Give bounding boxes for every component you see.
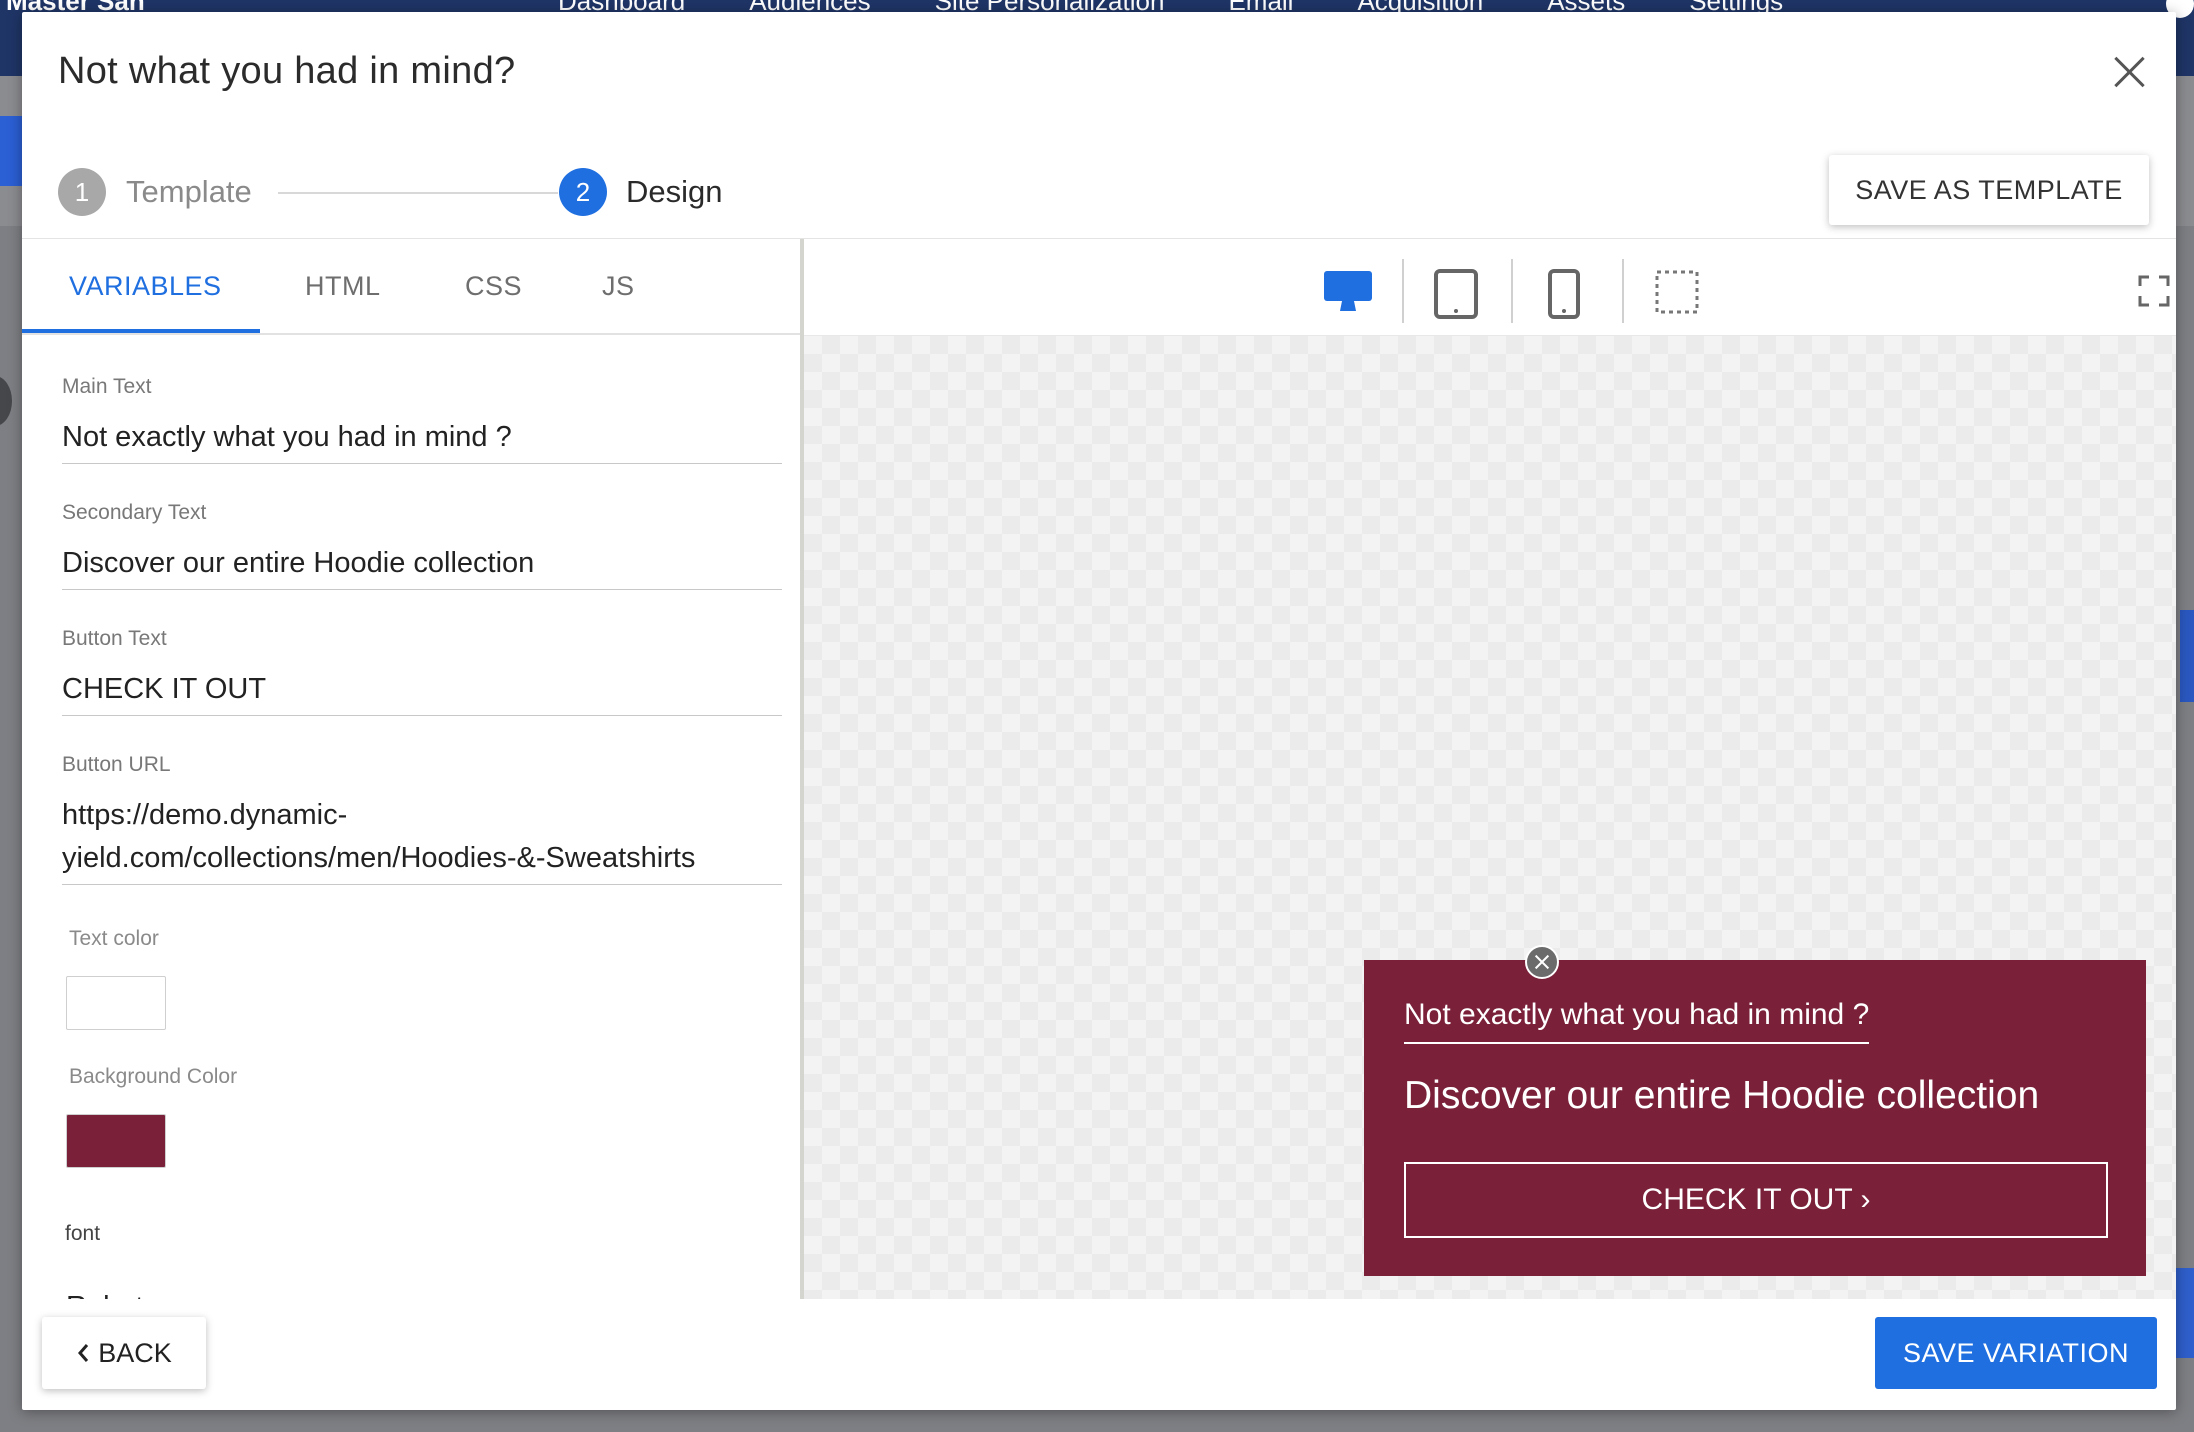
device-toolbar — [804, 239, 2176, 336]
main-text-input[interactable]: Not exactly what you had in mind ? — [62, 416, 782, 464]
design-modal: Not what you had in mind? 1 Template 2 D… — [22, 12, 2176, 1410]
step-1-circle[interactable]: 1 — [58, 168, 106, 216]
save-as-template-button[interactable]: SAVE AS TEMPLATE — [1829, 155, 2149, 225]
background-circle — [0, 376, 12, 426]
button-url-label: Button URL — [62, 753, 171, 776]
button-text-input[interactable]: CHECK IT OUT — [62, 668, 782, 716]
step-connector — [278, 192, 558, 194]
background-button — [0, 116, 22, 186]
background-side-button — [2180, 610, 2194, 702]
preview-popup: Not exactly what you had in mind ? Disco… — [1364, 960, 2146, 1276]
secondary-text-label: Secondary Text — [62, 501, 207, 524]
popup-secondary-text: Discover our entire Hoodie collection — [1404, 1074, 2040, 1117]
custom-size-icon[interactable] — [1654, 269, 1700, 315]
save-variation-button[interactable]: SAVE VARIATION — [1875, 1317, 2157, 1389]
secondary-text-input[interactable]: Discover our entire Hoodie collection — [62, 542, 782, 590]
chevron-left-icon — [78, 1344, 89, 1362]
back-button-label: BACK — [98, 1337, 172, 1368]
desktop-icon[interactable] — [1322, 269, 1374, 315]
button-text-label: Button Text — [62, 627, 167, 650]
popup-cta-button[interactable]: CHECK IT OUT › — [1404, 1162, 2108, 1238]
editor-tabs: VARIABLES HTML CSS JS — [22, 239, 800, 335]
font-input[interactable]: Roboto — [66, 1291, 160, 1299]
toolbar-divider — [1511, 259, 1513, 323]
step-2-label[interactable]: Design — [626, 174, 723, 210]
tab-css[interactable]: CSS — [465, 271, 522, 302]
active-tab-indicator — [22, 329, 260, 333]
background-color-label: Background Color — [69, 1065, 238, 1088]
text-color-swatch[interactable] — [66, 976, 166, 1030]
popup-main-text: Not exactly what you had in mind ? — [1404, 998, 1870, 1044]
fullscreen-icon[interactable] — [2138, 275, 2170, 307]
text-color-label: Text color — [69, 927, 159, 950]
button-url-input[interactable]: https://demo.dynamic-yield.com/collectio… — [62, 794, 782, 885]
tab-js[interactable]: JS — [602, 271, 635, 302]
font-label: font — [65, 1222, 101, 1245]
background-color-swatch[interactable] — [66, 1114, 166, 1168]
toolbar-divider — [1402, 259, 1404, 323]
toolbar-divider — [1622, 259, 1624, 323]
variables-panel: VARIABLES HTML CSS JS Main Text Not exac… — [22, 239, 800, 1299]
back-button[interactable]: BACK — [42, 1317, 206, 1389]
tablet-icon[interactable] — [1434, 269, 1478, 319]
tab-variables[interactable]: VARIABLES — [69, 271, 222, 302]
close-icon[interactable] — [2106, 48, 2154, 96]
tab-html[interactable]: HTML — [305, 271, 381, 302]
step-1-label[interactable]: Template — [126, 174, 252, 210]
popup-close-icon[interactable] — [1525, 945, 1559, 979]
mobile-icon[interactable] — [1548, 269, 1580, 319]
main-text-label: Main Text — [62, 375, 152, 398]
modal-title: Not what you had in mind? — [58, 50, 516, 92]
step-2-circle[interactable]: 2 — [559, 168, 607, 216]
